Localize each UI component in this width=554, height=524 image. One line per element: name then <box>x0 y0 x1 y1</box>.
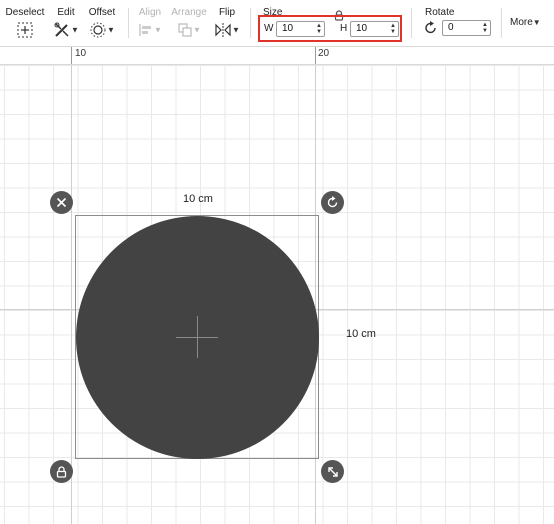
lock-icon <box>56 465 67 478</box>
offset-icon <box>90 22 106 38</box>
flip-button[interactable]: Flip ▼ <box>212 0 242 39</box>
chevron-down-icon: ▼ <box>232 25 240 35</box>
toolbar-divider <box>128 8 129 38</box>
width-dimension-label: 10 cm <box>183 193 213 205</box>
height-label: H <box>340 23 348 34</box>
ruler-tick <box>315 47 316 64</box>
align-icon <box>139 23 152 36</box>
top-ruler: 10 20 <box>0 47 554 65</box>
ruler-tick <box>71 47 72 64</box>
rotate-handle[interactable] <box>321 191 344 214</box>
deselect-icon <box>17 22 33 38</box>
chevron-down-icon: ▼ <box>71 25 79 35</box>
close-icon <box>56 197 67 208</box>
flip-icon <box>215 22 231 37</box>
rotate-input[interactable]: 0 ▲ ▼ <box>442 20 491 36</box>
toolbar-divider <box>250 8 251 38</box>
chevron-down-icon: ▼ <box>532 17 541 27</box>
height-dimension-label: 10 cm <box>346 328 376 340</box>
align-button[interactable]: Align ▼ <box>135 0 165 39</box>
ruler-mark: 20 <box>318 48 330 59</box>
resize-icon <box>327 466 338 477</box>
lock-handle[interactable] <box>50 460 73 483</box>
chevron-down-icon: ▼ <box>154 25 162 35</box>
center-crosshair <box>197 316 198 358</box>
height-input[interactable]: 10 ▲ ▼ <box>350 21 399 37</box>
stepper-icon[interactable]: ▲ ▼ <box>390 23 396 35</box>
flip-label: Flip <box>218 7 236 18</box>
size-highlight-box: W 10 ▲ ▼ H 10 ▲ ▼ <box>258 15 402 42</box>
width-input[interactable]: 10 ▲ ▼ <box>276 21 325 37</box>
align-label: Align <box>138 7 162 18</box>
edit-button[interactable]: Edit ▼ <box>52 0 80 39</box>
chevron-down-icon: ▼ <box>107 25 115 35</box>
stepper-icon[interactable]: ▲ ▼ <box>482 22 488 34</box>
offset-label: Offset <box>88 7 116 18</box>
offset-button[interactable]: Offset ▼ <box>86 0 118 39</box>
height-value: 10 <box>356 23 368 34</box>
ruler-mark: 10 <box>75 48 87 59</box>
grid-major-line <box>71 65 72 524</box>
toolbar-divider <box>501 8 502 38</box>
arrange-icon <box>178 23 192 37</box>
width-label: W <box>264 23 274 34</box>
width-value: 10 <box>282 23 294 34</box>
rotate-icon <box>425 21 436 34</box>
arrange-button[interactable]: Arrange ▼ <box>171 0 207 39</box>
deselect-button[interactable]: Deselect <box>3 0 47 39</box>
edit-icon <box>54 22 69 37</box>
rotate-icon <box>327 196 338 208</box>
rotate-label: Rotate <box>425 7 455 18</box>
resize-handle[interactable] <box>321 460 344 483</box>
stepper-icon[interactable]: ▲ ▼ <box>316 23 322 35</box>
deselect-label: Deselect <box>5 7 45 18</box>
edit-toolbar: Deselect Edit ▼ Offset ▼ Align ▼ Arrange… <box>0 0 554 47</box>
chevron-down-icon: ▼ <box>193 25 201 35</box>
arrange-label: Arrange <box>171 7 207 18</box>
more-button[interactable]: More▼ <box>510 17 541 28</box>
delete-handle[interactable] <box>50 191 73 214</box>
more-label: More <box>510 17 533 28</box>
toolbar-divider <box>411 8 412 38</box>
edit-label: Edit <box>57 7 75 18</box>
rotate-value: 0 <box>448 22 454 33</box>
